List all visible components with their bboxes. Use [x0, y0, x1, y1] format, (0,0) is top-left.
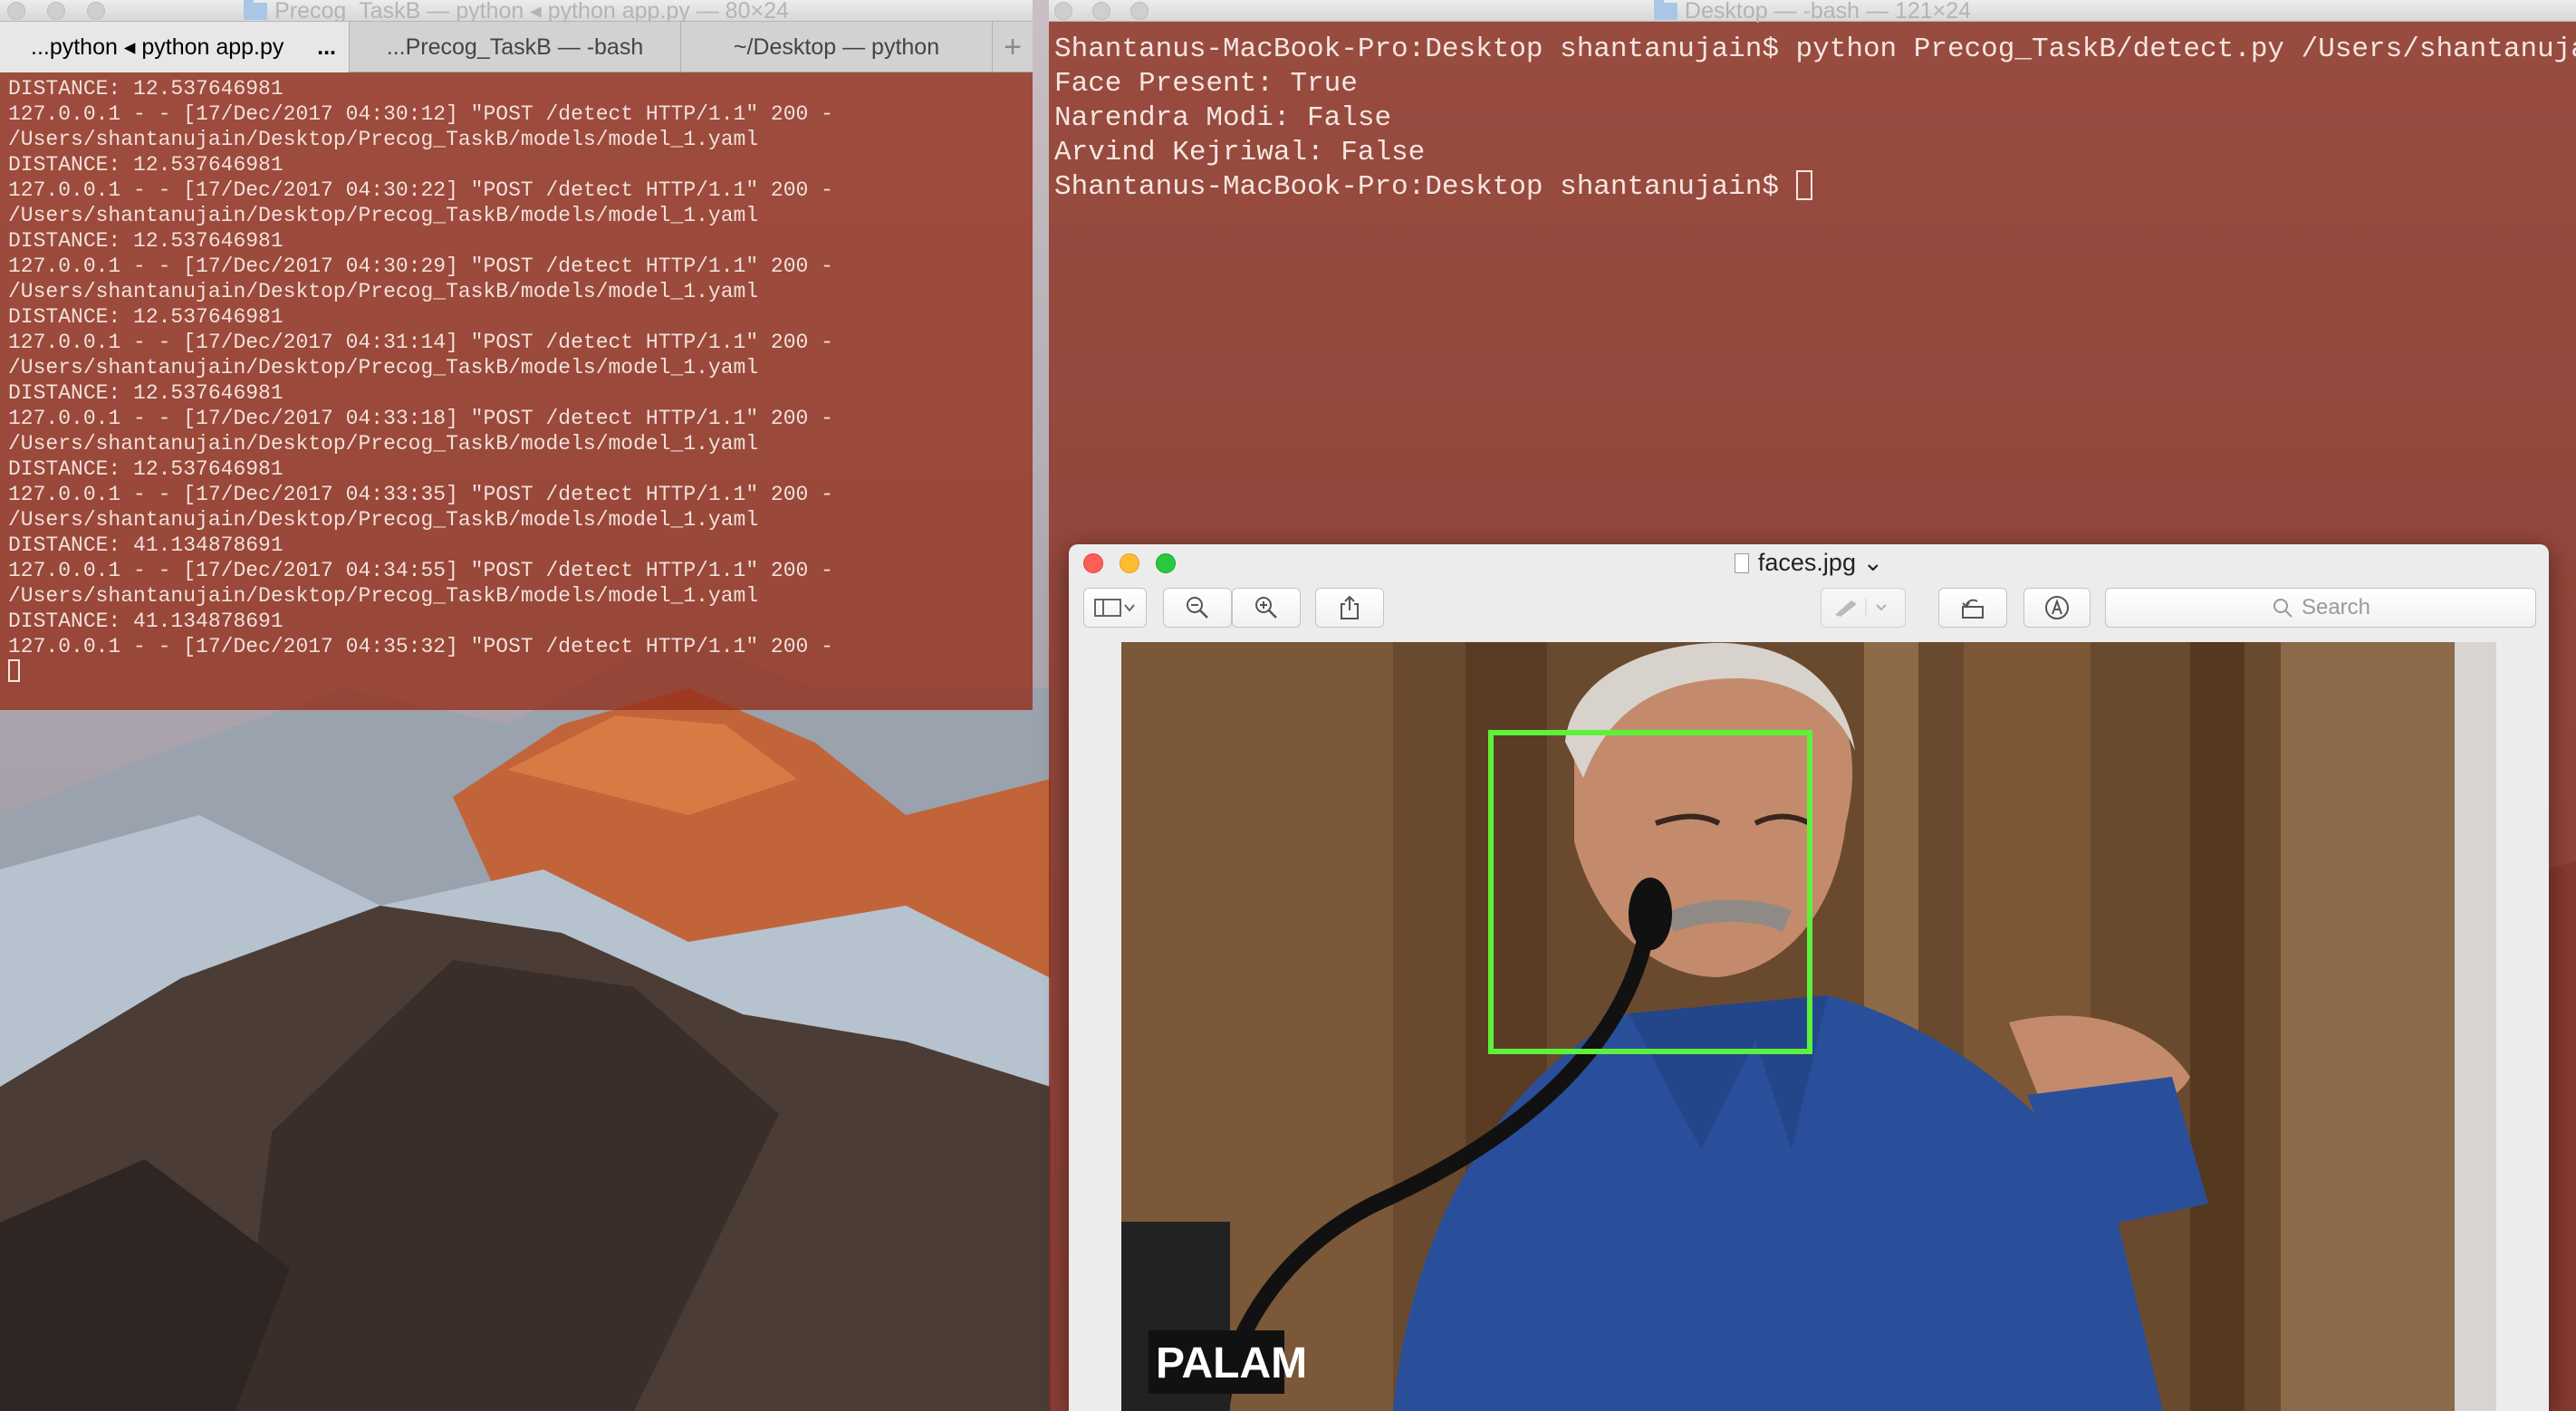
preview-window[interactable]: faces.jpg ⌄ Search PALAM: [1069, 544, 2549, 1411]
zoom-out-button[interactable]: [1163, 588, 1232, 628]
pen-icon: [1835, 599, 1887, 617]
image-file-icon: [1734, 553, 1749, 573]
rotate-icon: [1962, 599, 1984, 619]
markup-pen-button[interactable]: [1821, 588, 1906, 628]
zoom-button[interactable]: [87, 2, 105, 20]
chevron-down-icon[interactable]: ⌄: [1856, 549, 1883, 576]
terminal-output-area[interactable]: DISTANCE: 12.537646981 127.0.0.1 - - [17…: [0, 72, 1033, 710]
terminal-tab-bar: ...python ◂ python app.py ... ...Precog_…: [0, 22, 1033, 72]
zoom-in-icon: [1255, 597, 1277, 619]
tab-precog-bash[interactable]: ...Precog_TaskB — -bash: [350, 22, 681, 72]
command-output-text: Shantanus-MacBook-Pro:Desktop shantanuja…: [1054, 34, 2576, 168]
zoom-button[interactable]: [1156, 553, 1176, 573]
minimize-button[interactable]: [47, 2, 65, 20]
document-title[interactable]: faces.jpg: [1758, 549, 1856, 576]
document-image[interactable]: PALAM: [1121, 642, 2496, 1411]
new-tab-button[interactable]: +: [993, 22, 1033, 72]
minimize-button[interactable]: [1092, 2, 1110, 20]
preview-titlebar[interactable]: faces.jpg ⌄: [1069, 544, 2549, 581]
shell-prompt: Shantanus-MacBook-Pro:Desktop shantanuja…: [1054, 171, 1796, 203]
share-icon: [1341, 595, 1359, 619]
left-terminal-titlebar[interactable]: Precog_TaskB — python ◂ python app.py — …: [0, 0, 1033, 24]
zoom-out-icon: [1187, 597, 1208, 619]
folder-icon: [1653, 0, 1677, 20]
window-title: Desktop — -bash — 121×24: [1684, 0, 1972, 24]
search-icon: [2273, 599, 2292, 618]
minimize-button[interactable]: [1120, 553, 1139, 573]
left-terminal-window[interactable]: Precog_TaskB — python ◂ python app.py — …: [0, 0, 1033, 710]
portrait-photo: PALAM: [1121, 642, 2496, 1411]
markup-toolbar-button[interactable]: [2023, 588, 2091, 628]
search-placeholder: Search: [2301, 595, 2371, 619]
tab-desktop-python[interactable]: ~/Desktop — python: [681, 22, 993, 72]
plus-icon: +: [1004, 30, 1022, 64]
tab-label: ~/Desktop — python: [733, 34, 940, 60]
zoom-button[interactable]: [1130, 2, 1149, 20]
terminal-output-area[interactable]: Shantanus-MacBook-Pro:Desktop shantanuja…: [1049, 22, 2576, 205]
tab-label: ...python ◂ python app.py: [31, 34, 284, 60]
search-field[interactable]: Search: [2105, 588, 2536, 628]
sidebar-icon: [1094, 599, 1135, 617]
sidebar-toggle-button[interactable]: [1083, 588, 1147, 628]
close-button[interactable]: [1083, 553, 1103, 573]
folder-icon: [244, 0, 268, 20]
microphone: [1629, 878, 1672, 950]
server-log-text: DISTANCE: 12.537646981 127.0.0.1 - - [17…: [8, 77, 833, 658]
tab-python-app[interactable]: ...python ◂ python app.py ...: [0, 22, 350, 72]
tab-overflow-indicator: ...: [317, 34, 336, 60]
text-cursor: [1795, 170, 1812, 200]
right-terminal-titlebar[interactable]: Desktop — -bash — 121×24: [1049, 0, 2576, 24]
rotate-button[interactable]: [1938, 588, 2007, 628]
podium-label: PALAM: [1156, 1339, 1307, 1387]
tab-label: ...Precog_TaskB — -bash: [386, 34, 644, 60]
close-button[interactable]: [7, 2, 25, 20]
text-cursor: [8, 659, 20, 682]
window-title: Precog_TaskB — python ◂ python app.py — …: [274, 0, 789, 24]
share-button[interactable]: [1315, 588, 1384, 628]
markup-icon: [2045, 596, 2069, 619]
close-button[interactable]: [1054, 2, 1072, 20]
zoom-in-button[interactable]: [1232, 588, 1301, 628]
